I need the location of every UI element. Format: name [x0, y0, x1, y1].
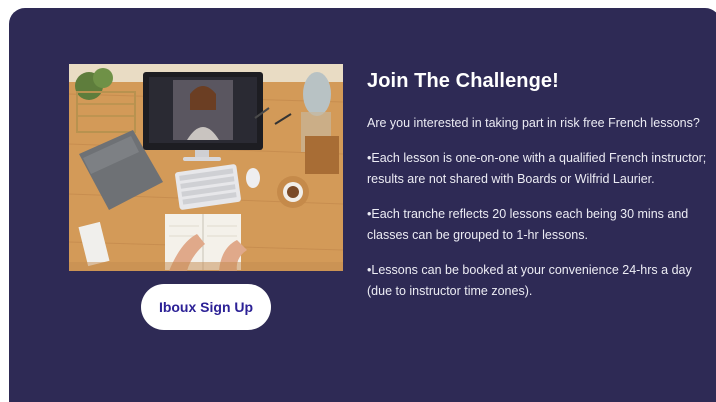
bullet-tranche: •Each tranche reflects 20 lessons each b…	[367, 207, 689, 242]
bullet-one-on-one: •Each lesson is one-on-one with a qualif…	[367, 151, 707, 186]
iboux-sign-up-button[interactable]: Iboux Sign Up	[141, 284, 271, 330]
challenge-card: Iboux Sign Up Join The Challenge! Are yo…	[9, 8, 716, 402]
challenge-content: Join The Challenge! Are you interested i…	[367, 70, 707, 316]
intro-paragraph: Are you interested in taking part in ris…	[367, 116, 700, 130]
bullet-booking: •Lessons can be booked at your convenien…	[367, 263, 692, 298]
challenge-title: Join The Challenge!	[367, 70, 559, 92]
desk-video-call-photo	[69, 64, 343, 271]
page: Iboux Sign Up Join The Challenge! Are yo…	[0, 0, 716, 402]
